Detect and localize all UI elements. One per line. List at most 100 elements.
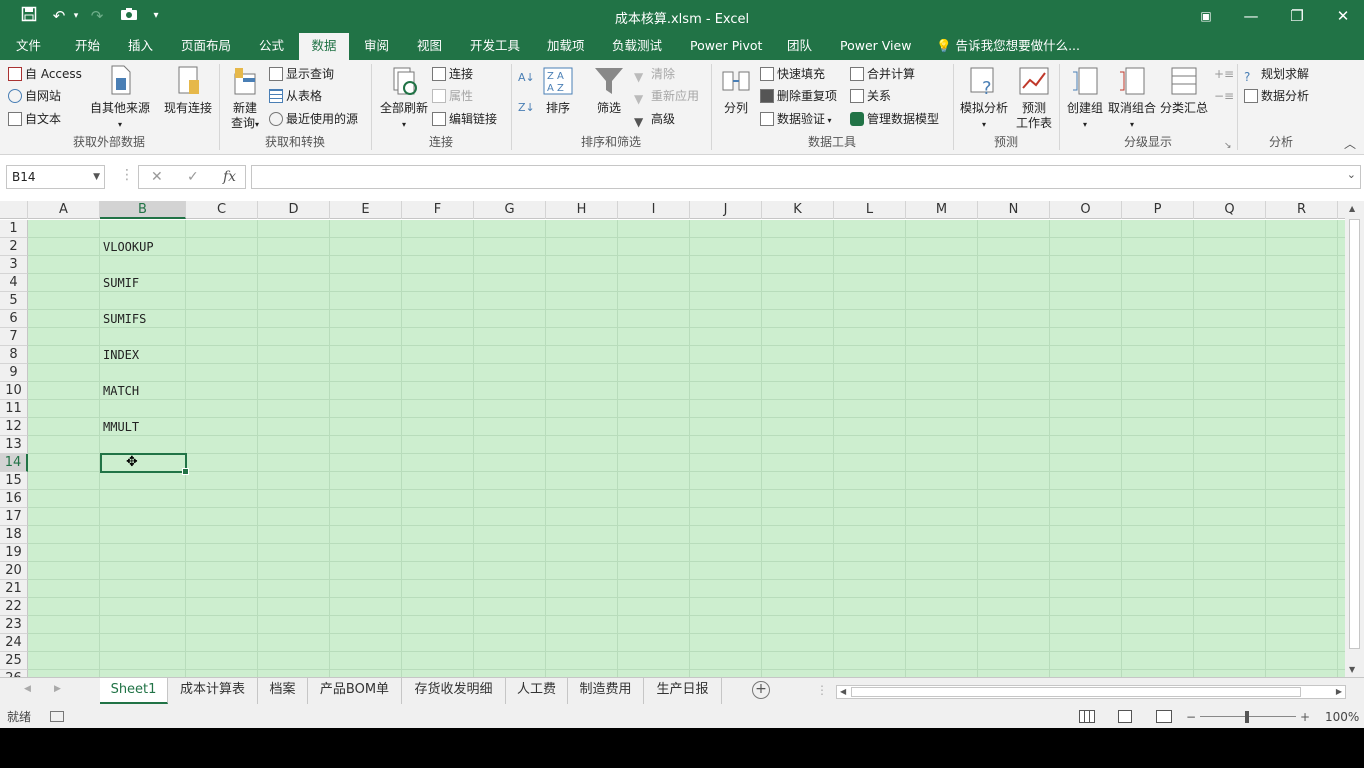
macro-record-icon[interactable] bbox=[50, 711, 64, 722]
row-header-23[interactable]: 23 bbox=[0, 616, 28, 634]
solver-button[interactable]: ? 规划求解 bbox=[1244, 64, 1309, 84]
sheet-tab-cost-calc[interactable]: 成本计算表 bbox=[168, 678, 258, 704]
column-header-N[interactable]: N bbox=[978, 201, 1050, 219]
horizontal-scrollbar[interactable]: ◀ ▶ bbox=[836, 685, 1346, 699]
restore-button[interactable]: ❐ bbox=[1282, 5, 1312, 27]
sheet-tab-labor[interactable]: 人工费 bbox=[506, 678, 568, 704]
forecast-sheet-button[interactable]: 预测 工作表 bbox=[1012, 64, 1056, 131]
zoom-out-icon[interactable]: − bbox=[1186, 706, 1196, 728]
from-text-button[interactable]: 自文本 bbox=[8, 109, 61, 129]
close-button[interactable]: ✕ bbox=[1328, 5, 1358, 27]
column-header-M[interactable]: M bbox=[906, 201, 978, 219]
text-to-columns-button[interactable]: 分列 bbox=[718, 64, 754, 116]
insert-function-icon[interactable]: fx bbox=[223, 166, 236, 188]
tab-load-test[interactable]: 负载测试 bbox=[606, 33, 668, 60]
recent-sources-button[interactable]: 最近使用的源 bbox=[269, 109, 358, 129]
connections-button[interactable]: 连接 bbox=[432, 64, 473, 84]
prev-sheet-icon[interactable]: ◀ bbox=[24, 684, 31, 694]
page-layout-view-icon[interactable] bbox=[1118, 710, 1132, 723]
horizontal-scroll-thumb[interactable] bbox=[851, 687, 1301, 697]
refresh-all-button[interactable]: 全部刷新 ▾ bbox=[376, 64, 432, 132]
row-header-11[interactable]: 11 bbox=[0, 400, 28, 418]
sheet-tab-overhead[interactable]: 制造费用 bbox=[568, 678, 644, 704]
from-table-button[interactable]: 从表格 bbox=[269, 86, 322, 106]
filter-button[interactable]: 筛选 bbox=[592, 64, 626, 116]
scroll-down-icon[interactable]: ▼ bbox=[1349, 665, 1355, 674]
cell-B4[interactable]: SUMIF bbox=[103, 274, 139, 292]
show-queries-button[interactable]: 显示查询 bbox=[269, 64, 334, 84]
collapse-ribbon-icon[interactable]: ︿ bbox=[1344, 134, 1356, 154]
page-break-view-icon[interactable] bbox=[1156, 710, 1172, 723]
row-header-3[interactable]: 3 bbox=[0, 256, 28, 274]
other-sources-button[interactable]: 自其他来源 ▾ bbox=[88, 64, 152, 132]
row-header-17[interactable]: 17 bbox=[0, 508, 28, 526]
tell-me-box[interactable]: 💡 告诉我您想要做什么... bbox=[930, 33, 1086, 60]
row-header-4[interactable]: 4 bbox=[0, 274, 28, 292]
cell-B10[interactable]: MATCH bbox=[103, 382, 139, 400]
row-header-7[interactable]: 7 bbox=[0, 328, 28, 346]
tab-team[interactable]: 团队 bbox=[781, 33, 818, 60]
row-header-18[interactable]: 18 bbox=[0, 526, 28, 544]
tab-data[interactable]: 数据 bbox=[299, 33, 349, 60]
column-header-A[interactable]: A bbox=[28, 201, 100, 219]
row-header-24[interactable]: 24 bbox=[0, 634, 28, 652]
vertical-scrollbar[interactable]: ▲ ▼ bbox=[1345, 201, 1364, 677]
column-header-P[interactable]: P bbox=[1122, 201, 1194, 219]
column-header-E[interactable]: E bbox=[330, 201, 402, 219]
cell-area[interactable] bbox=[28, 220, 1345, 677]
row-header-21[interactable]: 21 bbox=[0, 580, 28, 598]
row-header-13[interactable]: 13 bbox=[0, 436, 28, 454]
row-header-26[interactable]: 26 bbox=[0, 670, 28, 677]
data-validation-button[interactable]: 数据验证 ▾ bbox=[760, 109, 832, 129]
column-header-O[interactable]: O bbox=[1050, 201, 1122, 219]
sheet-tab-archive[interactable]: 档案 bbox=[258, 678, 308, 704]
tab-page-layout[interactable]: 页面布局 bbox=[175, 33, 237, 60]
tab-power-pivot[interactable]: Power Pivot bbox=[684, 33, 768, 60]
column-header-I[interactable]: I bbox=[618, 201, 690, 219]
column-header-L[interactable]: L bbox=[834, 201, 906, 219]
group-button[interactable]: 创建组 ▾ bbox=[1062, 64, 1108, 132]
column-header-Q[interactable]: Q bbox=[1194, 201, 1266, 219]
row-header-25[interactable]: 25 bbox=[0, 652, 28, 670]
select-all-corner[interactable] bbox=[0, 201, 28, 219]
cell-B12[interactable]: MMULT bbox=[103, 418, 139, 436]
sort-ascending-icon[interactable]: A↓ bbox=[518, 68, 535, 88]
tab-review[interactable]: 审阅 bbox=[358, 33, 395, 60]
row-header-5[interactable]: 5 bbox=[0, 292, 28, 310]
row-header-8[interactable]: 8 bbox=[0, 346, 28, 364]
sheet-tab-daily[interactable]: 生产日报 bbox=[644, 678, 722, 704]
row-header-9[interactable]: 9 bbox=[0, 364, 28, 382]
dialog-launcher-icon[interactable]: ↘ bbox=[1224, 136, 1232, 156]
vertical-scroll-thumb[interactable] bbox=[1349, 219, 1360, 649]
from-access-button[interactable]: 自 Access bbox=[8, 64, 82, 84]
zoom-in-icon[interactable]: + bbox=[1300, 706, 1310, 728]
column-header-D[interactable]: D bbox=[258, 201, 330, 219]
add-sheet-icon[interactable]: + bbox=[752, 681, 770, 699]
row-header-12[interactable]: 12 bbox=[0, 418, 28, 436]
data-analysis-button[interactable]: 数据分析 bbox=[1244, 86, 1309, 106]
row-header-14[interactable]: 14 bbox=[0, 454, 28, 472]
row-header-2[interactable]: 2 bbox=[0, 238, 28, 256]
row-header-6[interactable]: 6 bbox=[0, 310, 28, 328]
what-if-analysis-button[interactable]: ? 模拟分析 ▾ bbox=[958, 64, 1010, 132]
name-box-dropdown-icon[interactable]: ▼ bbox=[93, 166, 100, 188]
name-box[interactable]: B14 ▼ bbox=[6, 165, 105, 189]
tab-insert[interactable]: 插入 bbox=[122, 33, 159, 60]
tab-file[interactable]: 文件 bbox=[10, 33, 47, 60]
column-header-J[interactable]: J bbox=[690, 201, 762, 219]
column-header-F[interactable]: F bbox=[402, 201, 474, 219]
row-header-20[interactable]: 20 bbox=[0, 562, 28, 580]
expand-formula-bar-icon[interactable]: ⌄ bbox=[1347, 168, 1356, 181]
tab-developer[interactable]: 开发工具 bbox=[464, 33, 526, 60]
zoom-slider-thumb[interactable] bbox=[1245, 711, 1249, 723]
formula-bar-grip-icon[interactable]: ⋮ bbox=[120, 167, 134, 183]
row-header-10[interactable]: 10 bbox=[0, 382, 28, 400]
subtotal-button[interactable]: 分类汇总 bbox=[1158, 64, 1210, 116]
row-header-15[interactable]: 15 bbox=[0, 472, 28, 490]
remove-duplicates-button[interactable]: 删除重复项 bbox=[760, 86, 837, 106]
selected-cell[interactable]: ✥ bbox=[100, 453, 189, 475]
column-header-B[interactable]: B bbox=[100, 201, 186, 219]
tab-home[interactable]: 开始 bbox=[69, 33, 106, 60]
relationships-button[interactable]: 关系 bbox=[850, 86, 891, 106]
tab-power-view[interactable]: Power View bbox=[834, 33, 917, 60]
